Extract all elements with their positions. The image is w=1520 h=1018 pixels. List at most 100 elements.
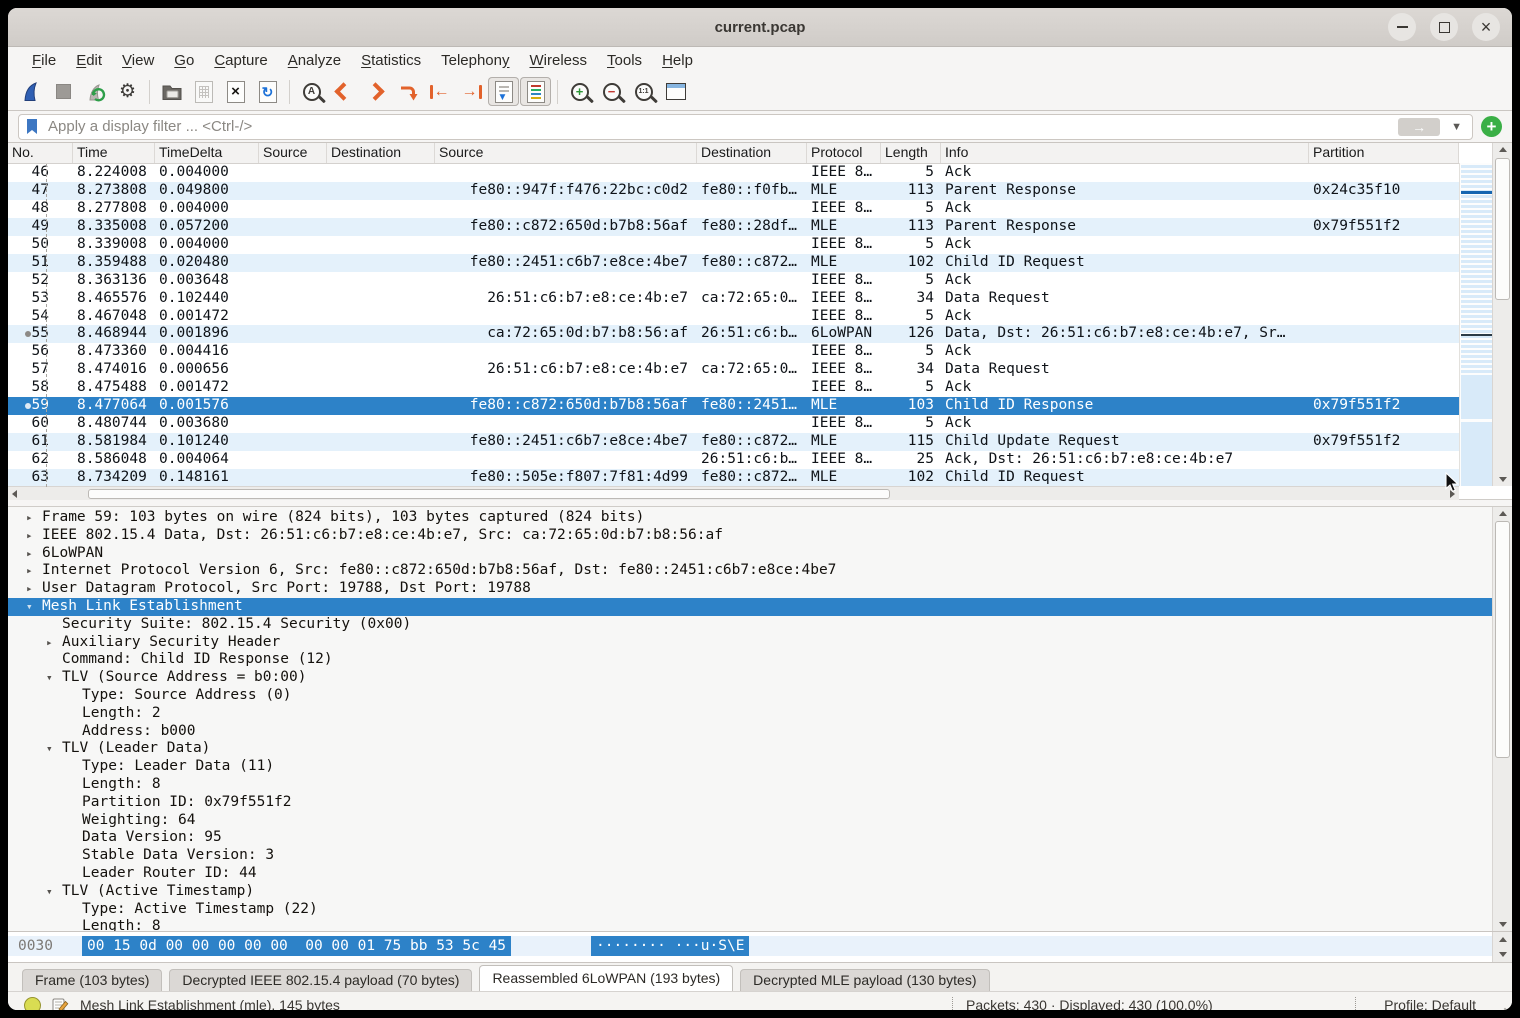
packet-row-55[interactable]: 558.4689440.001896ca:72:65:0d:b7:b8:56:a… (8, 325, 1459, 343)
column-header-info-9[interactable]: Info (941, 143, 1309, 163)
auto-scroll-button[interactable]: ▼ (488, 77, 519, 106)
packet-row-53[interactable]: 538.4655760.10244026:51:c6:b7:e8:ce:4b:e… (8, 290, 1459, 308)
menu-view[interactable]: View (112, 50, 164, 71)
packet-row-51[interactable]: 518.3594880.020480fe80::2451:c6b7:e8ce:4… (8, 254, 1459, 272)
tree-row[interactable]: Type: Active Timestamp (22) (8, 901, 1493, 919)
go-last-button[interactable]: → (456, 77, 487, 106)
byte-view-tab[interactable]: Frame (103 bytes) (22, 969, 162, 991)
menu-edit[interactable]: Edit (66, 50, 112, 71)
packet-list-hscrollbar[interactable] (8, 486, 1459, 500)
expand-arrow-icon[interactable]: ▸ (26, 509, 33, 527)
byte-view-tab[interactable]: Decrypted MLE payload (130 bytes) (740, 969, 989, 991)
menu-file[interactable]: File (22, 50, 66, 71)
menu-wireless[interactable]: Wireless (520, 50, 598, 71)
hex-dump-pane[interactable]: 0030 00 15 0d 00 00 00 00 00 00 00 01 75… (8, 932, 1512, 963)
tree-row[interactable]: ▾TLV (Source Address = b0:00) (8, 669, 1493, 687)
tree-row[interactable]: ▾Mesh Link Establishment (8, 598, 1493, 616)
tree-row[interactable]: ▸Internet Protocol Version 6, Src: fe80:… (8, 562, 1493, 580)
tree-row[interactable]: ▾TLV (Leader Data) (8, 740, 1493, 758)
tree-row[interactable]: ▸Auxiliary Security Header (8, 634, 1493, 652)
column-header-destination-4[interactable]: Destination (327, 143, 435, 163)
go-forward-button[interactable] (360, 77, 391, 106)
menu-capture[interactable]: Capture (204, 50, 277, 71)
packet-row-52[interactable]: 528.3631360.003648IEEE 8…5Ack (8, 272, 1459, 290)
expert-info-icon[interactable] (24, 997, 41, 1011)
close-file-button[interactable]: × (220, 77, 251, 106)
details-vscrollbar[interactable] (1492, 507, 1512, 931)
tree-row[interactable]: Leader Router ID: 44 (8, 865, 1493, 883)
filter-dropdown-caret[interactable]: ▼ (1447, 121, 1466, 133)
packet-row-54[interactable]: 548.4670480.001472IEEE 8…5Ack (8, 308, 1459, 326)
packet-row-61[interactable]: 618.5819840.101240fe80::2451:c6b7:e8ce:4… (8, 433, 1459, 451)
hscroll-thumb[interactable] (88, 489, 890, 499)
tree-row[interactable]: Stable Data Version: 3 (8, 847, 1493, 865)
menu-analyze[interactable]: Analyze (278, 50, 351, 71)
scroll-down-button[interactable] (1493, 473, 1512, 486)
menu-statistics[interactable]: Statistics (351, 50, 431, 71)
column-header-no-0[interactable]: No. (8, 143, 73, 163)
tree-row[interactable]: Type: Leader Data (11) (8, 758, 1493, 776)
tree-row[interactable]: ▸IEEE 802.15.4 Data, Dst: 26:51:c6:b7:e8… (8, 527, 1493, 545)
tree-row[interactable]: Length: 8 (8, 776, 1493, 794)
details-vscroll-thumb[interactable] (1495, 521, 1510, 758)
packet-row-57[interactable]: 578.4740160.00065626:51:c6:b7:e8:ce:4b:e… (8, 361, 1459, 379)
column-header-time-1[interactable]: Time (73, 143, 155, 163)
hex-row[interactable]: 0030 00 15 0d 00 00 00 00 00 00 00 01 75… (8, 936, 1492, 956)
column-header-timedelta-2[interactable]: TimeDelta (155, 143, 259, 163)
column-header-destination-6[interactable]: Destination (697, 143, 807, 163)
resize-grip[interactable] (1499, 1005, 1509, 1010)
scroll-left-button[interactable] (8, 487, 21, 500)
tree-row[interactable]: Command: Child ID Response (12) (8, 651, 1493, 669)
details-scroll-up-button[interactable] (1493, 507, 1512, 520)
zoom-out-button[interactable]: − (596, 77, 627, 106)
go-to-packet-button[interactable] (392, 77, 423, 106)
tree-row[interactable]: ▸Frame 59: 103 bytes on wire (824 bits),… (8, 509, 1493, 527)
column-header-source-5[interactable]: Source (435, 143, 697, 163)
apply-filter-button[interactable]: → (1398, 118, 1440, 136)
column-header-partition-10[interactable]: Partition (1309, 143, 1459, 163)
tree-row[interactable]: Address: b000 (8, 723, 1493, 741)
column-header-source-3[interactable]: Source (259, 143, 327, 163)
stop-capture-button[interactable] (48, 77, 79, 106)
collapse-arrow-icon[interactable]: ▾ (46, 669, 53, 687)
bookmark-icon[interactable] (25, 118, 39, 136)
packet-row-60[interactable]: 608.4807440.003680IEEE 8…5Ack (8, 415, 1459, 433)
menu-telephony[interactable]: Telephony (431, 50, 519, 71)
tree-row[interactable]: Type: Source Address (0) (8, 687, 1493, 705)
tree-row[interactable]: Data Version: 95 (8, 829, 1493, 847)
packet-row-48[interactable]: 488.2778080.004000IEEE 8…5Ack (8, 200, 1459, 218)
packet-row-63[interactable]: 638.7342090.148161fe80::505e:f807:7f81:4… (8, 469, 1459, 487)
packet-row-62[interactable]: 628.5860480.00406426:51:c6:b…IEEE 8…25Ac… (8, 451, 1459, 469)
reload-file-button[interactable]: ↻ (252, 77, 283, 106)
scroll-right-button[interactable] (1446, 487, 1459, 500)
minimize-button[interactable] (1388, 13, 1416, 41)
menu-help[interactable]: Help (652, 50, 703, 71)
column-header-protocol-7[interactable]: Protocol (807, 143, 881, 163)
tree-row[interactable]: ▸User Datagram Protocol, Src Port: 19788… (8, 580, 1493, 598)
maximize-button[interactable] (1430, 13, 1458, 41)
tree-row[interactable]: Length: 8 (8, 918, 1493, 932)
packet-row-58[interactable]: 588.4754880.001472IEEE 8…5Ack (8, 379, 1459, 397)
start-capture-button[interactable] (16, 77, 47, 106)
add-filter-button-plus[interactable]: + (1481, 116, 1502, 137)
tree-row[interactable]: Partition ID: 0x79f551f2 (8, 794, 1493, 812)
tree-row[interactable]: ▸6LoWPAN (8, 545, 1493, 563)
packet-list-vscrollbar[interactable] (1492, 143, 1512, 486)
hex-bytes-highlight[interactable]: 00 15 0d 00 00 00 00 00 00 00 01 75 bb 5… (82, 936, 511, 956)
scroll-up-button[interactable] (1493, 143, 1512, 156)
display-filter-input[interactable] (46, 117, 1391, 136)
vscroll-thumb[interactable] (1495, 158, 1510, 300)
go-first-button[interactable]: ← (424, 77, 455, 106)
expand-arrow-icon[interactable]: ▸ (26, 580, 33, 598)
hex-vscrollbar[interactable] (1492, 932, 1512, 962)
menu-go[interactable]: Go (164, 50, 204, 71)
restart-capture-button[interactable] (80, 77, 111, 106)
packet-row-46[interactable]: 468.2240080.004000IEEE 8…5Ack (8, 164, 1459, 182)
tree-row[interactable]: Length: 2 (8, 705, 1493, 723)
expand-arrow-icon[interactable]: ▸ (26, 562, 33, 580)
status-profile[interactable]: Profile: Default (1384, 997, 1476, 1010)
packet-row-56[interactable]: 568.4733600.004416IEEE 8…5Ack (8, 343, 1459, 361)
go-back-button[interactable] (328, 77, 359, 106)
find-packet-button[interactable]: A (296, 77, 327, 106)
capture-comment-icon[interactable] (52, 997, 69, 1011)
